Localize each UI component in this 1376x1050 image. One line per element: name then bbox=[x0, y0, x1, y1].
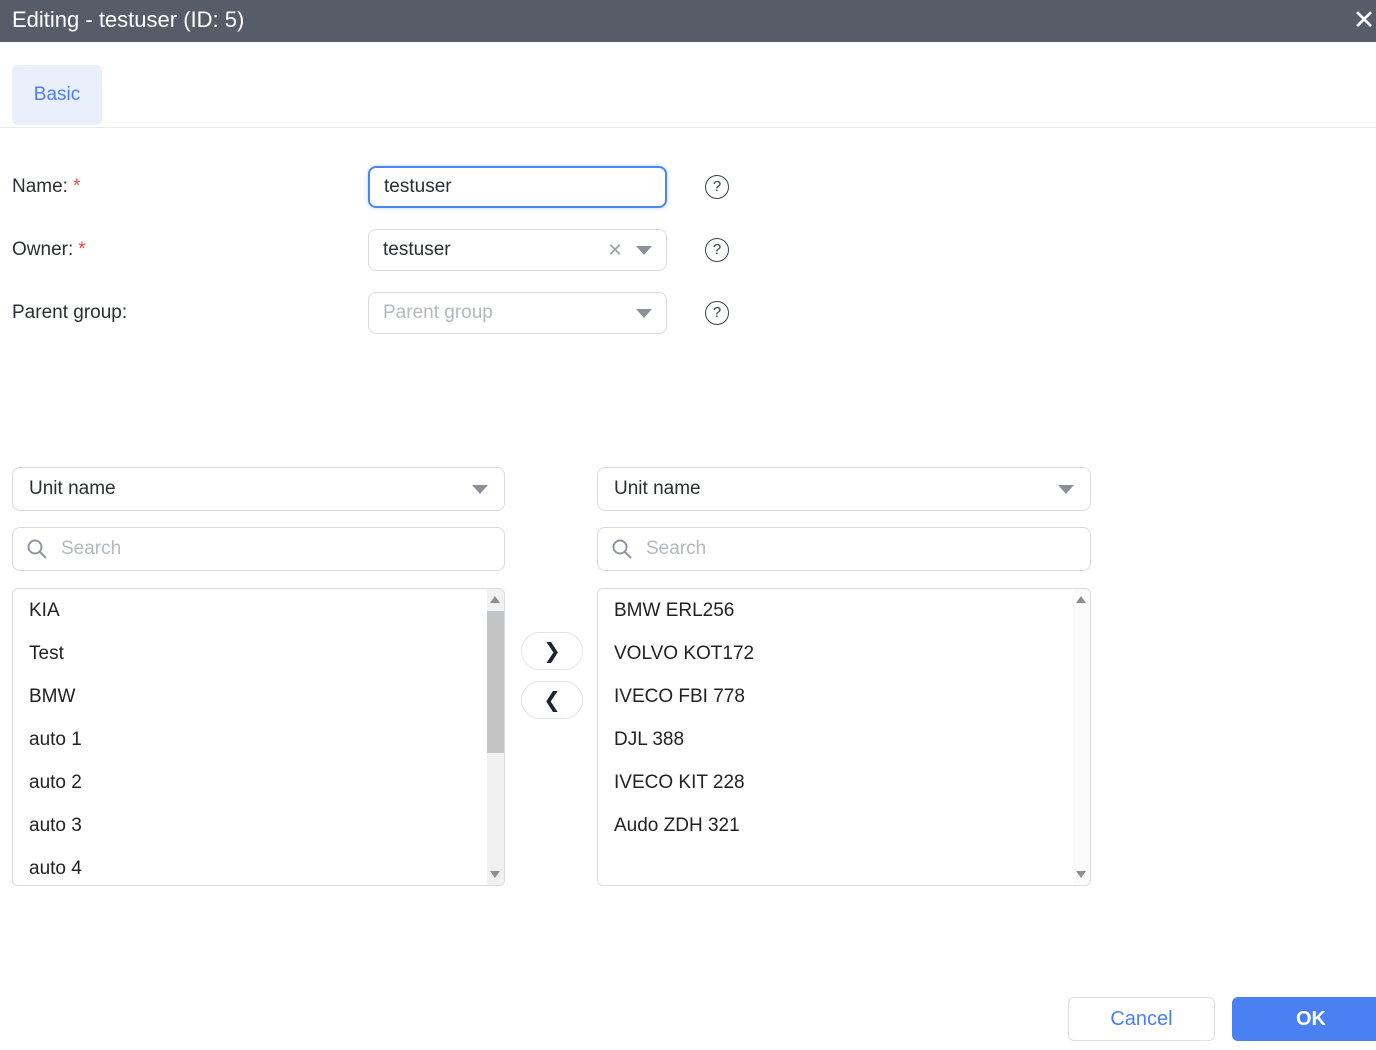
list-item[interactable]: IVECO FBI 778 bbox=[598, 675, 1090, 718]
list-item[interactable]: DJL 388 bbox=[598, 718, 1090, 761]
list-item[interactable]: auto 3 bbox=[13, 804, 504, 847]
right-list-scrollbar[interactable] bbox=[1073, 589, 1090, 885]
list-item[interactable]: auto 2 bbox=[13, 761, 504, 804]
scrollbar-thumb[interactable] bbox=[487, 611, 504, 753]
scrollbar-up-icon[interactable] bbox=[1076, 596, 1086, 603]
dialog-title: Editing - testuser (ID: 5) bbox=[12, 5, 244, 35]
help-icon[interactable]: ? bbox=[705, 175, 729, 199]
name-input[interactable] bbox=[368, 166, 667, 208]
list-item[interactable]: IVECO KIT 228 bbox=[598, 761, 1090, 804]
list-item[interactable]: Audo ZDH 321 bbox=[598, 804, 1090, 847]
list-item[interactable]: VOLVO KOT172 bbox=[598, 632, 1090, 675]
move-left-button[interactable]: ❮ bbox=[521, 681, 583, 719]
owner-select-value: testuser bbox=[383, 239, 602, 261]
search-icon bbox=[610, 537, 634, 561]
chevron-down-icon bbox=[1058, 485, 1074, 494]
close-icon[interactable]: ✕ bbox=[1346, 2, 1376, 38]
clear-icon[interactable]: ✕ bbox=[602, 240, 628, 261]
left-column-type-value: Unit name bbox=[29, 478, 116, 500]
dialog-header: Editing - testuser (ID: 5) ✕ bbox=[0, 0, 1376, 42]
assigned-units-list: BMW ERL256 VOLVO KOT172 IVECO FBI 778 DJ… bbox=[597, 588, 1091, 886]
owner-label: Owner:* bbox=[12, 239, 86, 261]
help-icon[interactable]: ? bbox=[705, 238, 729, 262]
left-search-input[interactable] bbox=[61, 538, 492, 560]
required-asterisk: * bbox=[73, 176, 80, 197]
list-item[interactable]: KIA bbox=[13, 589, 504, 632]
help-icon[interactable]: ? bbox=[705, 301, 729, 325]
tab-basic[interactable]: Basic bbox=[12, 65, 102, 125]
parent-group-placeholder: Parent group bbox=[383, 302, 636, 324]
chevron-down-icon bbox=[636, 246, 652, 255]
chevron-left-icon: ❮ bbox=[543, 688, 561, 713]
list-item[interactable]: BMW ERL256 bbox=[598, 589, 1090, 632]
right-column-type-select[interactable]: Unit name bbox=[597, 467, 1091, 511]
list-item[interactable]: auto 4 bbox=[13, 847, 504, 886]
required-asterisk: * bbox=[78, 239, 85, 260]
list-item[interactable]: BMW bbox=[13, 675, 504, 718]
parent-group-label: Parent group: bbox=[12, 302, 127, 324]
search-icon bbox=[25, 537, 49, 561]
name-label: Name:* bbox=[12, 176, 80, 198]
move-right-button[interactable]: ❯ bbox=[521, 632, 583, 670]
chevron-down-icon bbox=[636, 309, 652, 318]
right-search-box bbox=[597, 527, 1091, 571]
chevron-right-icon: ❯ bbox=[543, 639, 561, 664]
left-column-type-select[interactable]: Unit name bbox=[12, 467, 505, 511]
owner-select[interactable]: testuser ✕ bbox=[368, 229, 667, 271]
cancel-button[interactable]: Cancel bbox=[1068, 997, 1215, 1041]
scrollbar-up-icon[interactable] bbox=[490, 596, 500, 603]
chevron-down-icon bbox=[472, 485, 488, 494]
right-search-input[interactable] bbox=[646, 538, 1078, 560]
left-list-scrollbar[interactable] bbox=[487, 589, 504, 885]
scrollbar-down-icon[interactable] bbox=[1076, 871, 1086, 878]
ok-button[interactable]: OK bbox=[1232, 997, 1376, 1041]
parent-group-select[interactable]: Parent group bbox=[368, 292, 667, 334]
scrollbar-down-icon[interactable] bbox=[490, 871, 500, 878]
list-item[interactable]: Test bbox=[13, 632, 504, 675]
list-item[interactable]: auto 1 bbox=[13, 718, 504, 761]
available-units-list: KIA Test BMW auto 1 auto 2 auto 3 auto 4 bbox=[12, 588, 505, 886]
left-search-box bbox=[12, 527, 505, 571]
right-column-type-value: Unit name bbox=[614, 478, 701, 500]
tabs-divider bbox=[0, 127, 1376, 128]
